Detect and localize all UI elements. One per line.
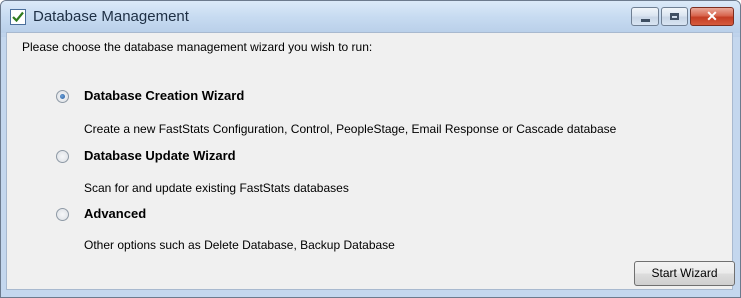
start-wizard-button[interactable]: Start Wizard bbox=[634, 261, 735, 286]
option-label[interactable]: Database Update Wizard bbox=[84, 148, 236, 163]
radio-database-creation-wizard[interactable] bbox=[56, 90, 69, 103]
option-description: Create a new FastStats Configuration, Co… bbox=[84, 122, 617, 136]
maximize-button[interactable] bbox=[661, 7, 688, 26]
option-label[interactable]: Database Creation Wizard bbox=[84, 88, 244, 103]
window-title: Database Management bbox=[33, 8, 189, 25]
radio-advanced[interactable] bbox=[56, 208, 69, 221]
checkmark-app-icon bbox=[10, 9, 26, 25]
close-button[interactable]: ✕ bbox=[690, 7, 734, 26]
option-description: Scan for and update existing FastStats d… bbox=[84, 181, 349, 195]
minimize-icon bbox=[632, 8, 658, 25]
option-description: Other options such as Delete Database, B… bbox=[84, 238, 395, 252]
checkmark-icon bbox=[12, 11, 24, 23]
radio-database-update-wizard[interactable] bbox=[56, 150, 69, 163]
title-bar[interactable]: Database Management ✕ bbox=[1, 1, 740, 33]
maximize-icon bbox=[662, 8, 687, 25]
option-label[interactable]: Advanced bbox=[84, 206, 146, 221]
minimize-button[interactable] bbox=[631, 7, 659, 26]
close-icon: ✕ bbox=[706, 8, 718, 24]
wizard-prompt: Please choose the database management wi… bbox=[22, 40, 373, 54]
